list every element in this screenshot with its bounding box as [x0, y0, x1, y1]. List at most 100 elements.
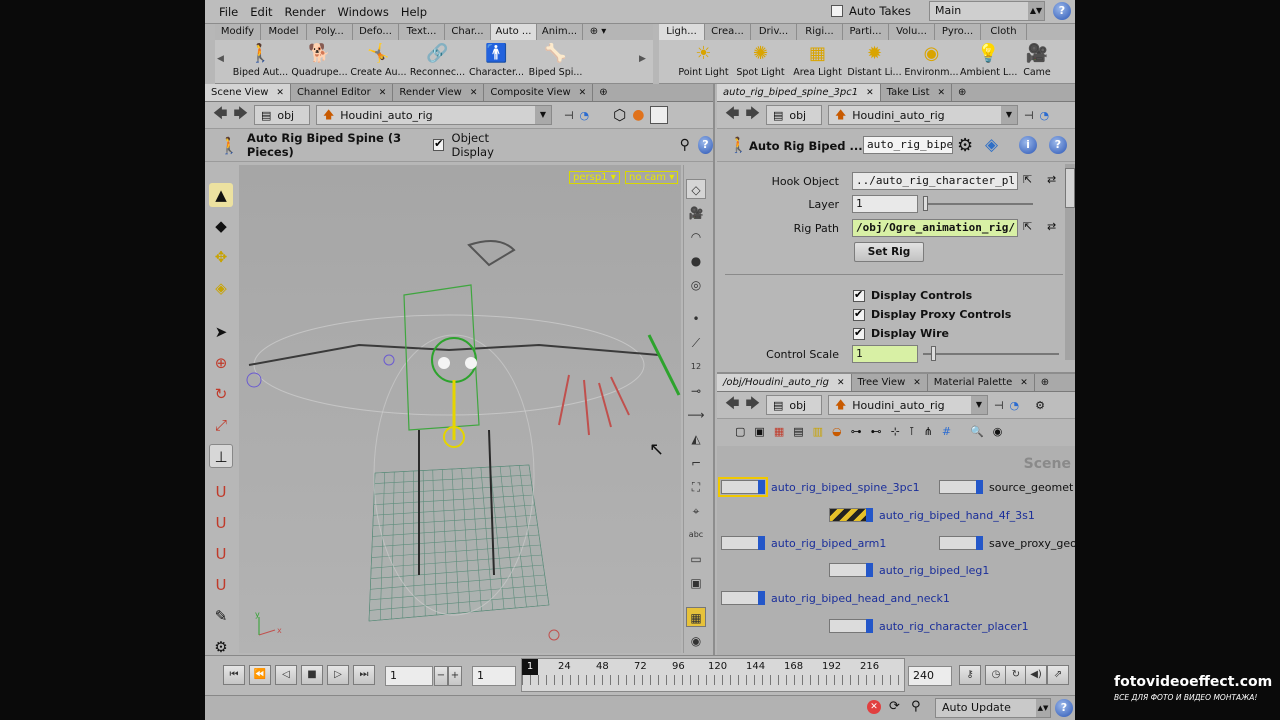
play-reverse-button[interactable]: ◁ [275, 665, 297, 685]
rotate-tool-icon[interactable]: ↻ [209, 382, 233, 406]
node-chooser-icon[interactable]: ⇱ [1023, 173, 1032, 186]
point-icon[interactable]: • [686, 309, 706, 329]
key-button[interactable]: ⚷ [959, 665, 981, 685]
shelf-tab-character[interactable]: Char... [445, 24, 491, 40]
back-arrow-icon[interactable]: 🡄 [213, 103, 227, 127]
back-arrow-icon[interactable]: 🡄 [725, 103, 739, 127]
triangle-icon[interactable]: ◭ [686, 429, 706, 449]
close-icon[interactable]: ✕ [938, 84, 946, 101]
close-icon[interactable]: ✕ [379, 84, 387, 101]
layer-field[interactable]: 1 [852, 195, 918, 213]
gear-icon[interactable]: ⚙ [1035, 399, 1045, 412]
tool-quadruped[interactable]: 🐕 Quadrupe... [290, 42, 349, 78]
close-icon[interactable]: ✕ [1020, 374, 1028, 391]
play-button[interactable]: ▷ [327, 665, 349, 685]
tab-render-view[interactable]: Render View ✕ [393, 84, 485, 101]
curve-icon[interactable]: ⌐ [686, 453, 706, 473]
close-icon[interactable]: ✕ [470, 84, 478, 101]
background-icon[interactable]: ▭ [686, 549, 706, 569]
help-icon[interactable]: ? [1053, 2, 1071, 20]
tool-environment-light[interactable]: ◉ Environm... [903, 42, 960, 78]
tool-ambient-light[interactable]: 💡 Ambient L... [960, 42, 1017, 78]
shelf-tab-pyro[interactable]: Pyro... [935, 24, 981, 40]
info-icon[interactable]: i [1019, 136, 1037, 154]
zoom-icon[interactable]: 🔍 [970, 425, 984, 438]
shelf-tab-cloth[interactable]: Cloth [981, 24, 1027, 40]
stop-button[interactable]: ■ [301, 665, 323, 685]
path-root[interactable]: ▤ obj [765, 395, 822, 415]
viewport-frame-icon[interactable] [650, 106, 669, 124]
shelf-tab-poly[interactable]: Poly... [307, 24, 353, 40]
node-name-field[interactable]: auto_rig_bipe [863, 136, 953, 154]
layout-icon[interactable]: ⊹ [891, 425, 900, 438]
tab-take-list[interactable]: Take List ✕ [881, 84, 953, 101]
close-icon[interactable]: ✕ [837, 374, 845, 391]
path-node[interactable]: 🡅 Houdini_auto_rig ▼ [827, 395, 988, 415]
layer-slider-handle[interactable] [923, 196, 928, 211]
node-character-placer[interactable]: auto_rig_character_placer1 [829, 619, 1029, 633]
arrow-pointer-icon[interactable]: ➤ [209, 320, 233, 344]
gear-icon[interactable]: ⚙ [957, 135, 973, 156]
path-root[interactable]: ▤ obj [765, 105, 822, 125]
link-icon[interactable]: ◔ [1010, 399, 1020, 412]
shelf-tab-texture[interactable]: Text... [399, 24, 445, 40]
display-proxy-checkbox[interactable] [853, 307, 865, 321]
desktop-selector[interactable]: Main ▲▼ [929, 1, 1045, 21]
auto-takes-checkbox[interactable] [831, 5, 843, 17]
auto-takes-toggle[interactable]: Auto Takes [831, 4, 911, 18]
decrement-frame-button[interactable]: − [434, 666, 448, 686]
close-icon[interactable]: ✕ [579, 84, 587, 101]
tab-composite-view[interactable]: Composite View ✕ [484, 84, 594, 101]
close-icon[interactable]: ✕ [913, 374, 921, 391]
add-tab-icon[interactable]: ⊕ [952, 84, 972, 101]
tab-parameters[interactable]: auto_rig_biped_spine_3pc1 ✕ [717, 84, 881, 101]
forward-arrow-icon[interactable]: 🡆 [233, 103, 247, 127]
forward-arrow-icon[interactable]: 🡆 [745, 393, 759, 417]
node-head-neck[interactable]: auto_rig_biped_head_and_neck1 [721, 591, 950, 605]
menu-help[interactable]: Help [395, 0, 433, 24]
tab-channel-editor[interactable]: Channel Editor ✕ [291, 84, 394, 101]
object-display-checkbox[interactable] [433, 137, 444, 151]
tab-material-palette[interactable]: Material Palette ✕ [928, 374, 1035, 391]
color-palette-icon[interactable]: ▦ [774, 425, 784, 438]
edit-tool-icon[interactable]: ✎ [209, 604, 233, 628]
camera-icon[interactable]: 🎥 [686, 203, 706, 223]
shelf-tab-deform[interactable]: Defo... [353, 24, 399, 40]
path-root[interactable]: ▤ obj [253, 105, 310, 125]
tile-mode-icon[interactable]: ▣ [754, 425, 764, 438]
display-proxy-toggle[interactable]: Display Proxy Controls [853, 307, 1011, 321]
magnet-scale-icon[interactable]: U [209, 573, 233, 597]
transform-tool-icon[interactable]: ⊕ [209, 351, 233, 375]
shelf-tab-drive[interactable]: Driv... [751, 24, 797, 40]
current-frame-field[interactable]: 1 [385, 666, 433, 686]
menu-file[interactable]: File [213, 0, 244, 24]
display-controls-toggle[interactable]: Display Controls [853, 288, 972, 302]
wireframe-cube-icon[interactable]: ⬡ [613, 106, 626, 124]
vector-icon[interactable]: ⟶ [686, 405, 706, 425]
path-node[interactable]: 🡅 Houdini_auto_rig ▼ [827, 105, 1018, 125]
pin-icon[interactable]: ⊣ [1024, 109, 1034, 122]
snap-icon[interactable]: ⌖ [686, 501, 706, 521]
shelf-tab-auto-rigs[interactable]: Auto ... [491, 24, 537, 40]
shelf-tab-model[interactable]: Model [261, 24, 307, 40]
numbers-icon[interactable]: 12 [686, 357, 706, 377]
display-controls-checkbox[interactable] [853, 288, 865, 302]
shelf-tab-particles[interactable]: Parti... [843, 24, 889, 40]
network-box-icon[interactable]: ▤ [793, 425, 803, 438]
step-back-button[interactable]: ⏪ [249, 665, 271, 685]
scale-tool-icon[interactable]: ⤢ [209, 413, 233, 437]
close-icon[interactable]: ✕ [866, 84, 874, 101]
pin-icon[interactable]: ⊣ [994, 399, 1004, 412]
help-icon[interactable]: ? [697, 136, 713, 154]
view-icon[interactable]: ◉ [993, 425, 1003, 438]
path-chooser-icon[interactable]: ⇱ [1023, 220, 1032, 233]
close-icon[interactable]: ✕ [276, 84, 284, 101]
tool-distant-light[interactable]: ✹ Distant Li... [846, 42, 903, 78]
layout-vertical-icon[interactable]: ⊺ [909, 425, 915, 438]
sticky-note-icon[interactable]: ▥ [813, 425, 823, 438]
help-icon[interactable]: ? [1049, 136, 1067, 154]
param-scrollbar[interactable] [1065, 164, 1075, 360]
network-canvas[interactable]: Scene auto_rig_biped_spine_3pc1 source_g… [717, 446, 1075, 657]
increment-frame-button[interactable]: + [448, 666, 462, 686]
grid-icon[interactable]: ▦ [686, 607, 706, 627]
